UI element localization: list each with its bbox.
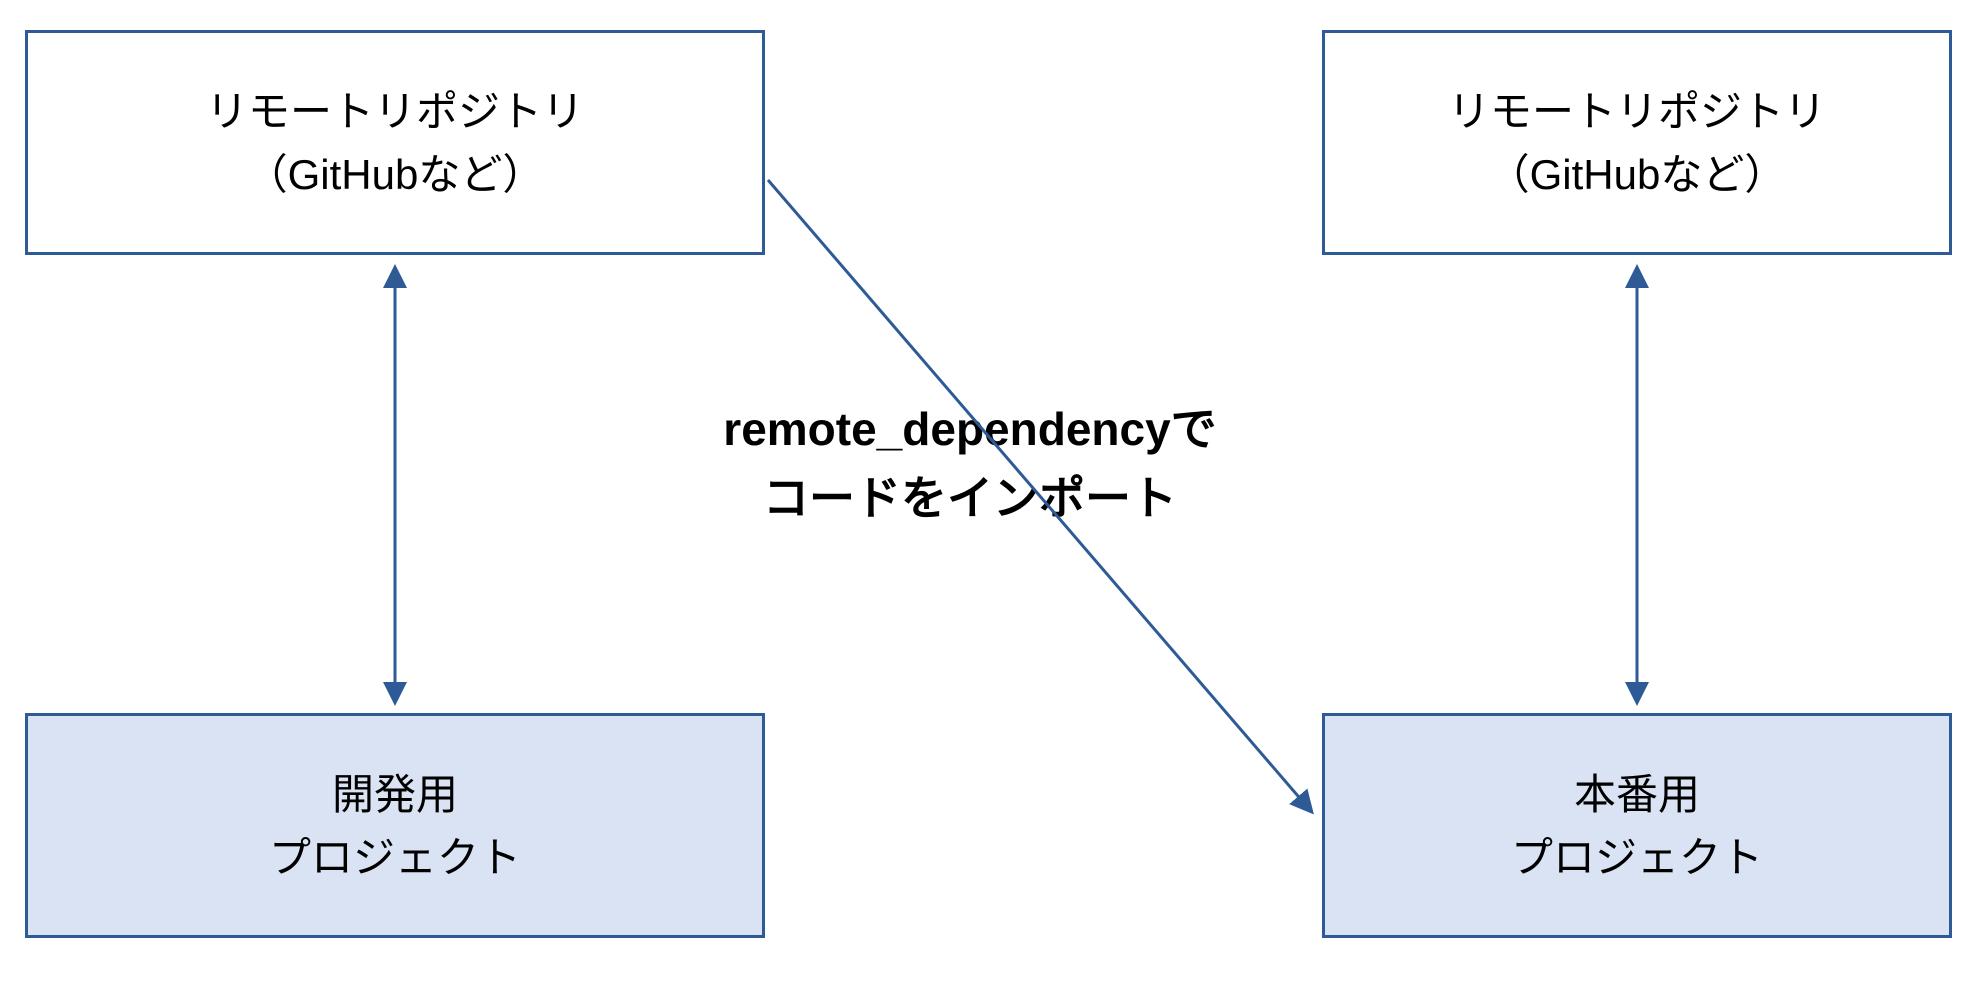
center-annotation: remote_dependencyで コードをインポート [560,395,1380,533]
center-label-line1: remote_dependencyで [560,395,1380,464]
box-text-line2: （GitHubなど） [1488,143,1787,206]
box-text-line1: 本番用 [1574,763,1700,826]
box-text-line2: プロジェクト [1511,826,1763,889]
box-text-line2: （GitHubなど） [246,143,545,206]
diagram-container: リモートリポジトリ （GitHubなど） リモートリポジトリ （GitHubなど… [0,0,1978,1008]
box-prod-project: 本番用 プロジェクト [1322,713,1952,938]
box-remote-repo-right: リモートリポジトリ （GitHubなど） [1322,30,1952,255]
box-dev-project: 開発用 プロジェクト [25,713,765,938]
box-text-line1: 開発用 [332,763,458,826]
box-text-line1: リモートリポジトリ [206,80,584,143]
box-text-line2: プロジェクト [269,826,521,889]
box-remote-repo-left: リモートリポジトリ （GitHubなど） [25,30,765,255]
center-label-line2: コードをインポート [560,464,1380,533]
box-text-line1: リモートリポジトリ [1448,80,1826,143]
